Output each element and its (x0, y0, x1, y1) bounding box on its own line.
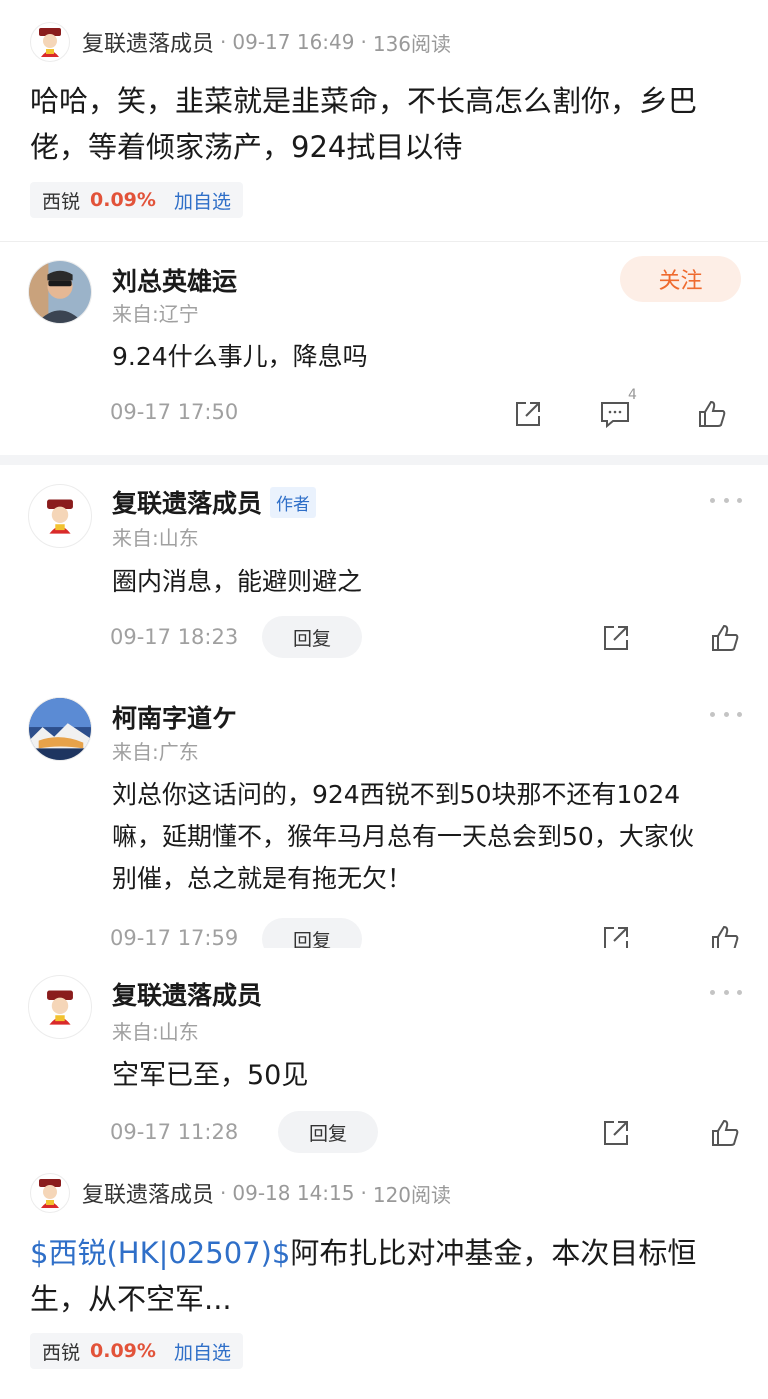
reply-time: 09-17 17:59 (110, 926, 239, 948)
stock-change: 0.09% (90, 1340, 156, 1362)
caishen-icon (39, 28, 61, 57)
comment-time: 09-17 17:50 (110, 400, 239, 424)
comment-count-badge: 4 (628, 387, 637, 403)
like-icon[interactable] (695, 397, 729, 431)
post-time: 09-18 14:15 (232, 1181, 355, 1205)
like-icon[interactable] (708, 922, 742, 948)
reply-location: 来自:山东 (112, 526, 199, 550)
stock-name: 西锐 (42, 1341, 81, 1364)
share-icon[interactable] (599, 1116, 633, 1150)
author-name[interactable]: 复联遗落成员 (82, 1177, 214, 1209)
share-icon[interactable] (599, 922, 633, 948)
dot-separator: · (220, 1181, 227, 1205)
caishen-icon (39, 1179, 61, 1208)
stock-name: 西锐 (42, 190, 81, 213)
author-avatar[interactable] (30, 22, 70, 62)
comment-text[interactable]: 9.24什么事儿，降息吗 (112, 336, 732, 378)
share-icon[interactable] (511, 397, 545, 431)
reply-text[interactable]: 空军已至，50见 (112, 1055, 732, 1097)
commenter-avatar[interactable] (28, 260, 92, 324)
reply-avatar[interactable] (28, 697, 92, 761)
like-icon[interactable] (708, 621, 742, 655)
dot-separator: · (360, 30, 367, 54)
read-count: 120阅读 (372, 1182, 452, 1207)
reply-name[interactable]: 柯南字道ケ (112, 699, 237, 735)
reply-button[interactable]: 回复 (278, 1111, 378, 1153)
follow-button[interactable]: 关注 (620, 256, 741, 302)
reply-avatar[interactable] (28, 975, 92, 1039)
reply-time: 09-17 18:23 (110, 625, 239, 649)
post-text[interactable]: 哈哈，笑，韭菜就是韭菜命，不长高怎么割你，乡巴佬，等着倾家荡产，924拭目以待 (30, 78, 740, 170)
caishen-icon (47, 990, 73, 1025)
caishen-icon (47, 499, 73, 534)
reply-text[interactable]: 刘总你这话问的，924西锐不到50块那不还有1024嘛，延期懂不，猴年马月总有一… (112, 774, 702, 900)
share-icon[interactable] (599, 621, 633, 655)
reply-button[interactable]: 回复 (262, 616, 362, 658)
dot-separator: · (220, 30, 227, 54)
reply-name[interactable]: 复联遗落成员 作者 (112, 484, 317, 520)
author-tag: 作者 (270, 486, 317, 518)
commenter-name[interactable]: 刘总英雄运 (112, 262, 237, 298)
add-watchlist-button[interactable]: 加自选 (174, 1338, 231, 1365)
divider (0, 241, 768, 242)
landscape-photo-icon (29, 698, 91, 760)
author-name[interactable]: 复联遗落成员 (82, 26, 214, 58)
add-watchlist-button[interactable]: 加自选 (174, 187, 231, 214)
more-menu-icon[interactable] (710, 985, 742, 999)
stock-cashtag-link[interactable]: $西锐(HK|02507)$ (30, 1236, 290, 1270)
post-time: 09-17 16:49 (232, 30, 355, 54)
stock-chip[interactable]: 西锐 0.09% 加自选 (30, 182, 243, 218)
person-photo-icon (29, 261, 91, 323)
stock-chip[interactable]: 西锐 0.09% 加自选 (30, 1333, 243, 1369)
author-avatar[interactable] (30, 1173, 70, 1213)
more-menu-icon[interactable] (710, 707, 742, 721)
reply-name[interactable]: 复联遗落成员 (112, 976, 262, 1012)
post-text[interactable]: $西锐(HK|02507)$阿布扎比对冲基金，本次目标恒生，从不空军... (30, 1230, 740, 1322)
reply-name-text[interactable]: 复联遗落成员 (112, 484, 262, 520)
reply-actions-row: 09-17 17:59 回复 (0, 918, 768, 948)
post-header: 复联遗落成员 · 09-17 16:49 · 136阅读 (30, 22, 451, 62)
section-divider (0, 455, 768, 465)
reply-avatar[interactable] (28, 484, 92, 548)
dot-separator: · (360, 1181, 367, 1205)
reply-text[interactable]: 圈内消息，能避则避之 (112, 561, 732, 603)
more-menu-icon[interactable] (710, 493, 742, 507)
post-header: 复联遗落成员 · 09-18 14:15 · 120阅读 (30, 1173, 451, 1213)
reply-location: 来自:山东 (112, 1020, 199, 1044)
stock-change: 0.09% (90, 189, 156, 211)
reply-time: 09-17 11:28 (110, 1120, 239, 1144)
reply-button[interactable]: 回复 (262, 918, 362, 948)
read-count: 136阅读 (372, 31, 452, 56)
commenter-location: 来自:辽宁 (112, 302, 199, 326)
like-icon[interactable] (708, 1116, 742, 1150)
reply-location: 来自:广东 (112, 740, 199, 764)
comment-icon[interactable] (598, 397, 632, 431)
